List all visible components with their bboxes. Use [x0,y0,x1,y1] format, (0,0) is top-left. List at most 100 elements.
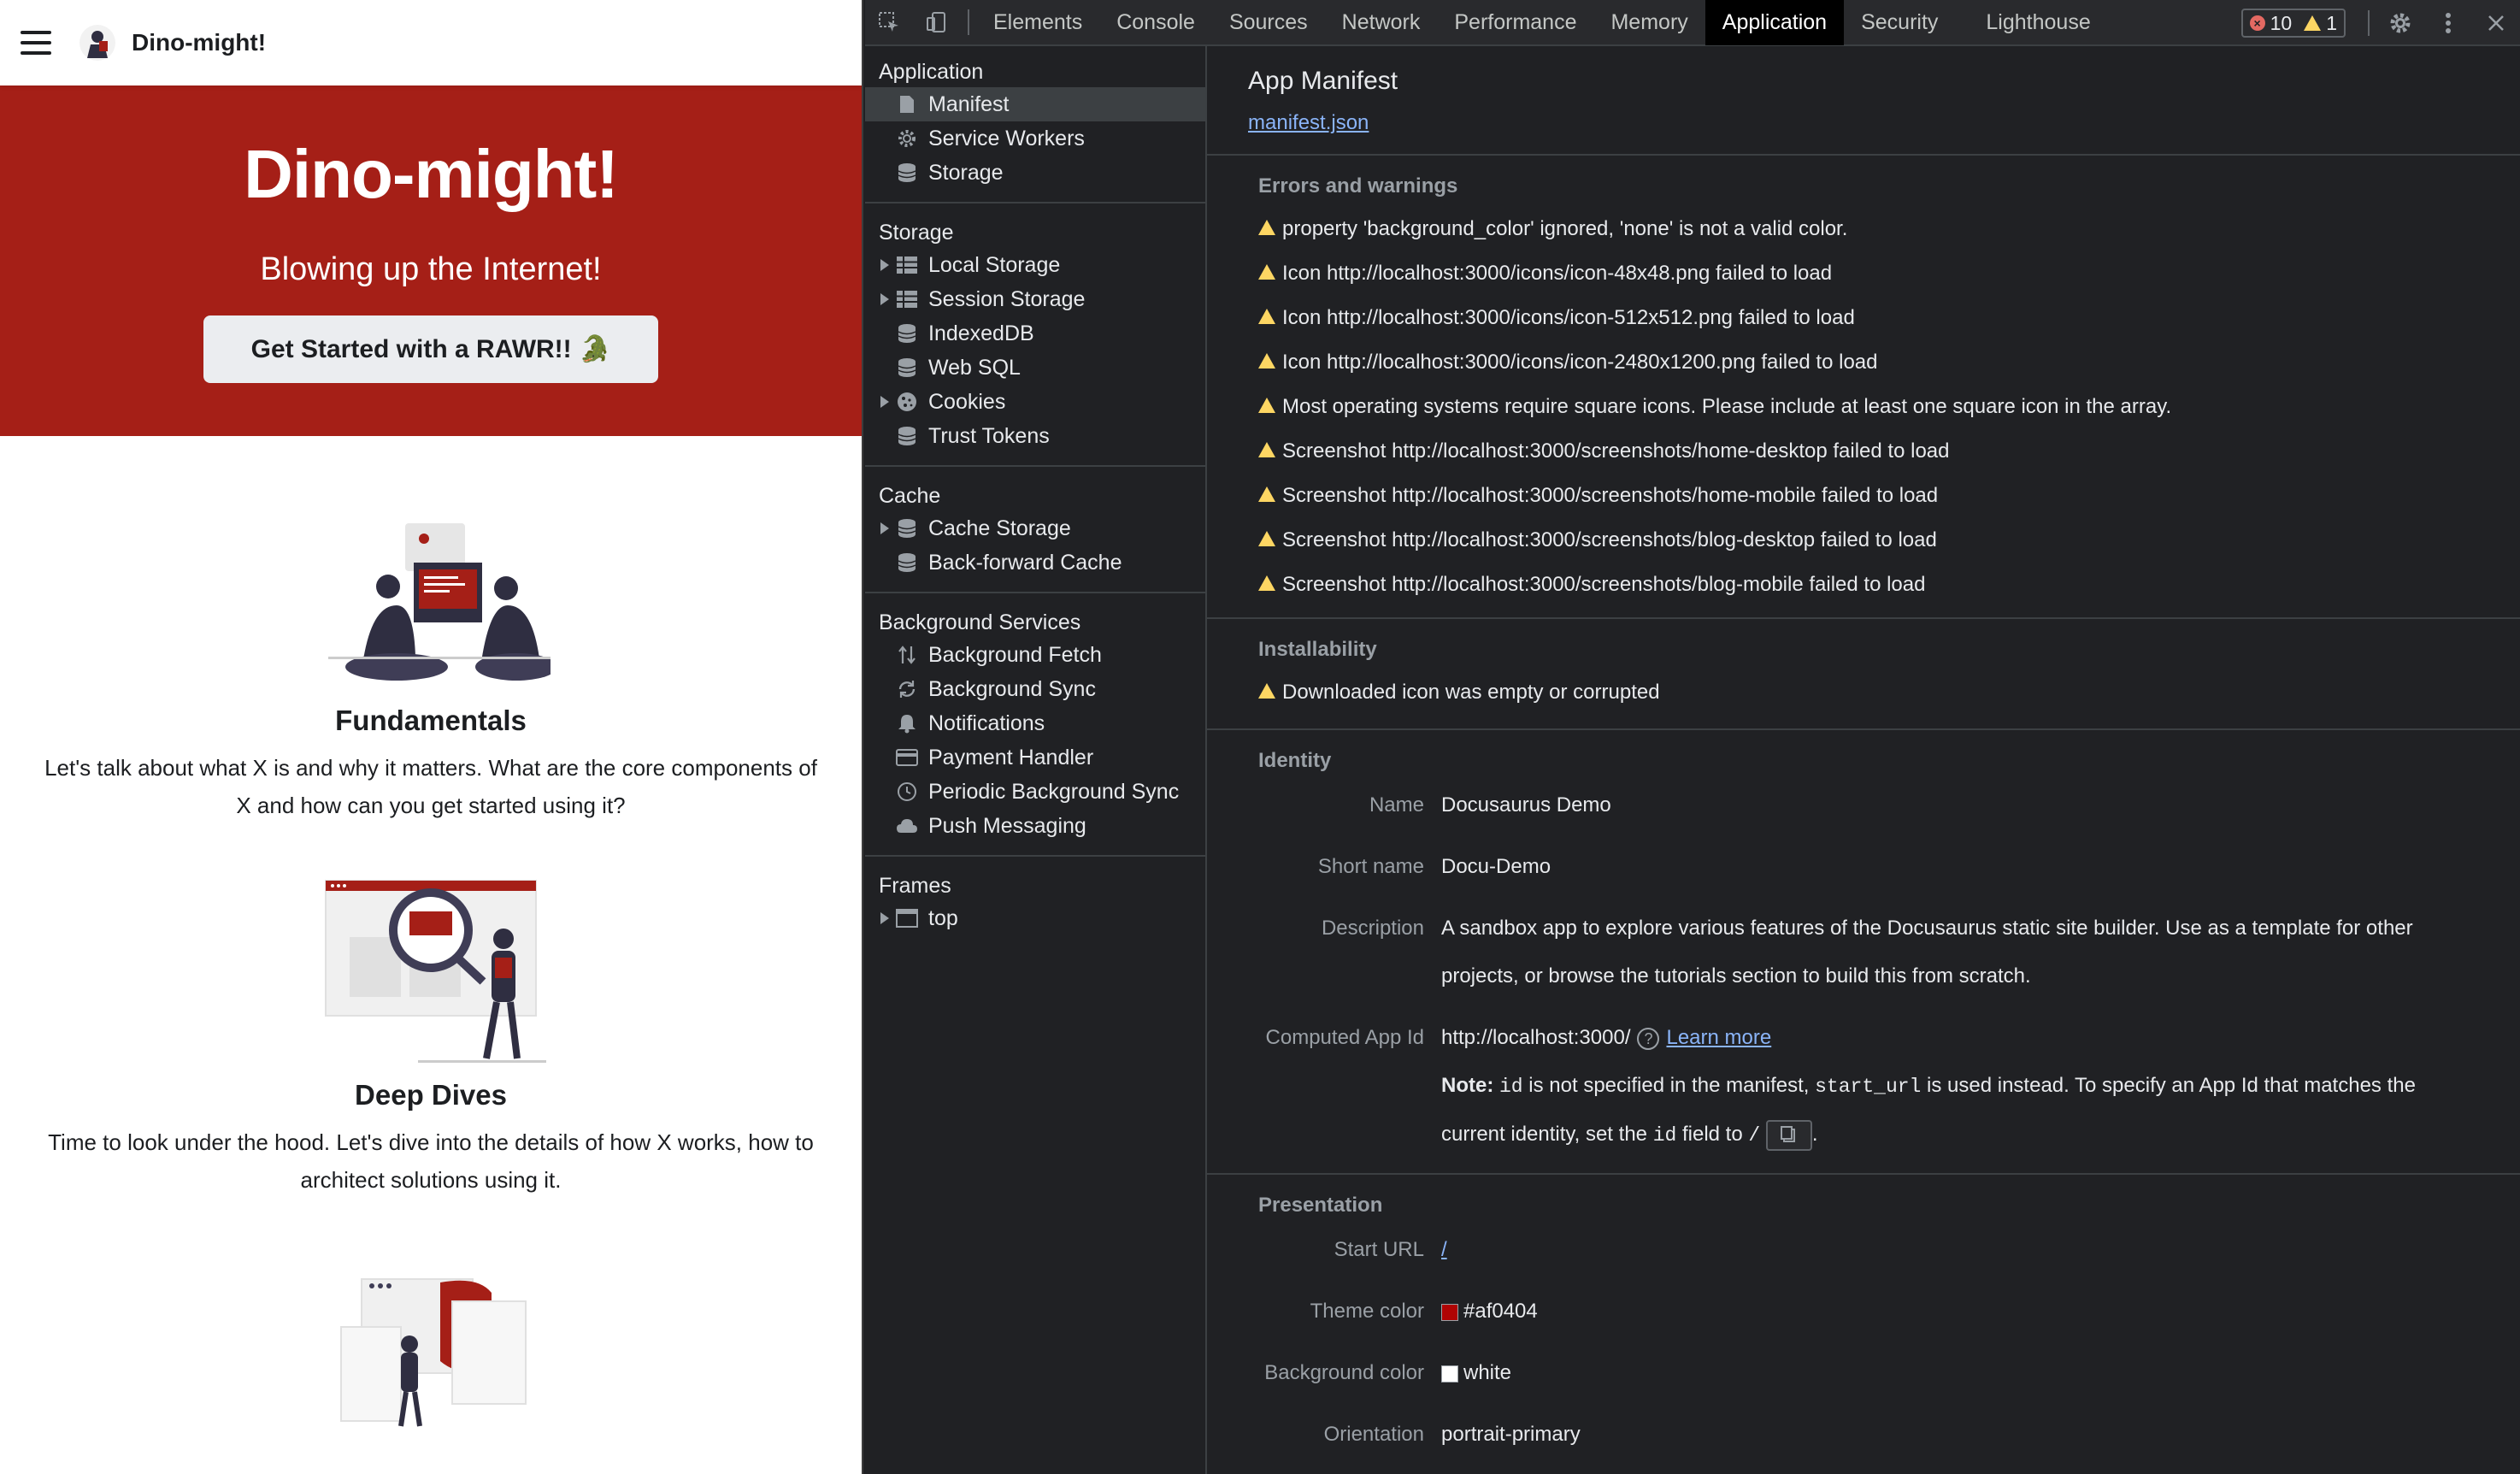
tab-application[interactable]: Application [1705,0,1845,45]
sidebar-item-trust-tokens[interactable]: Trust Tokens [865,419,1205,453]
database-icon [894,357,920,379]
feature-fundamentals: Fundamentals Let's talk about what X is … [0,520,862,824]
tab-network[interactable]: Network [1325,0,1438,45]
gear-icon [894,127,920,150]
warning-icon [1258,575,1275,591]
site-title[interactable]: Dino-might! [132,29,266,56]
warning-text: Icon http://localhost:3000/icons/icon-24… [1282,351,1878,374]
sidebar-item-cookies[interactable]: Cookies [865,385,1205,419]
warning-text: Screenshot http://localhost:3000/screens… [1282,528,1937,551]
hero-banner: Dino-might! Blowing up the Internet! Get… [0,85,862,436]
sidebar-item-storage[interactable]: Storage [865,156,1205,190]
note-end: . [1811,1123,1818,1146]
sidebar-item-notifications[interactable]: Notifications [865,706,1205,740]
sidebar-item-manifest[interactable]: Manifest [865,87,1205,121]
help-icon[interactable]: ? [1637,1027,1660,1050]
sidebar-item-session-storage[interactable]: Session Storage [865,282,1205,316]
warning-row: Icon http://localhost:3000/icons/icon-24… [1258,340,2469,385]
warning-row: Most operating systems require square ic… [1258,385,2469,429]
warning-row: Icon http://localhost:3000/icons/icon-48… [1258,251,2469,296]
menu-icon[interactable] [21,31,51,55]
device-toolbar-icon[interactable] [913,0,961,45]
presentation-section: Presentation Start URL / Theme color #af… [1207,1175,2520,1472]
sidebar-item-periodic-background-sync[interactable]: Periodic Background Sync [865,775,1205,809]
field-label: Theme color [1310,1300,1424,1323]
sidebar-item-background-fetch[interactable]: Background Fetch [865,638,1205,672]
section-title: Presentation [1258,1194,1383,1217]
cloud-icon [894,815,920,837]
warning-text: Screenshot http://localhost:3000/screens… [1282,484,1939,507]
expand-arrow-icon[interactable] [865,912,894,924]
sidebar-item-label: Background Fetch [928,642,1102,667]
cookie-icon [894,391,920,413]
warning-text: Icon http://localhost:3000/icons/icon-48… [1282,262,1833,285]
sidebar-section-storage: Storage Local Storage Session Storage In… [865,203,1205,467]
issues-counter[interactable]: × 10 1 [2240,9,2346,38]
inspect-element-icon[interactable] [865,0,913,45]
tab-memory[interactable]: Memory [1593,0,1705,45]
tab-elements[interactable]: Elements [976,0,1099,45]
deep-dives-illustration [325,880,546,1063]
tab-console[interactable]: Console [1099,0,1212,45]
section-title: Identity [1258,749,1332,772]
feature-deep-dives: Deep Dives Time to look under the hood. … [0,877,862,1199]
warning-icon [1258,309,1275,324]
sidebar-heading: Cache [879,484,941,508]
sidebar-item-service-workers[interactable]: Service Workers [865,121,1205,156]
hero-tagline: Blowing up the Internet! [260,251,602,287]
expand-arrow-icon[interactable] [865,259,894,271]
clock-icon [894,781,920,803]
database-icon [894,162,920,184]
start-url-link[interactable]: / [1441,1238,1447,1261]
sidebar-item-label: Periodic Background Sync [928,779,1180,804]
database-icon [894,425,920,447]
warning-icon [1258,486,1275,502]
manifest-json-link[interactable]: manifest.json [1248,111,1369,135]
identity-app-id-row: Computed App Id http://localhost:3000/? L… [1207,1014,2469,1159]
warning-icon [1258,683,1275,699]
feature-title: Fundamentals [335,705,527,736]
copy-icon[interactable] [1765,1119,1812,1151]
warning-icon [1258,531,1275,546]
feature-text: Let's talk about what X is and why it ma… [44,755,817,818]
tab-lighthouse[interactable]: Lighthouse [1969,0,2107,45]
sidebar-item-push-messaging[interactable]: Push Messaging [865,809,1205,843]
sidebar-item-indexeddb[interactable]: IndexedDB [865,316,1205,351]
app-id-value: http://localhost:3000/ [1441,1026,1631,1049]
warning-text: Icon http://localhost:3000/icons/icon-51… [1282,306,1855,329]
warning-row: property 'background_color' ignored, 'no… [1258,207,2469,251]
get-started-button[interactable]: Get Started with a RAWR!! 🐊 [203,315,659,383]
background-color-swatch[interactable] [1441,1365,1458,1383]
theme-color-swatch[interactable] [1441,1303,1458,1321]
sidebar-item-payment-handler[interactable]: Payment Handler [865,740,1205,775]
section-title: Installability [1258,638,1377,661]
learn-more-link[interactable]: Learn more [1666,1026,1771,1049]
expand-arrow-icon[interactable] [865,396,894,408]
settings-gear-icon[interactable] [2376,0,2424,46]
warning-icon [1258,353,1275,368]
site-logo[interactable] [79,24,116,62]
tab-security[interactable]: Security [1844,0,1969,45]
expand-arrow-icon[interactable] [865,522,894,534]
sidebar-item-background-sync[interactable]: Background Sync [865,672,1205,706]
expand-arrow-icon[interactable] [865,293,894,305]
more-options-icon[interactable] [2424,0,2472,46]
sidebar-item-back-forward-cache[interactable]: Back-forward Cache [865,545,1205,580]
identity-short-name-row: Short name Docu-Demo [1207,843,2469,891]
tab-performance[interactable]: Performance [1437,0,1593,45]
warning-icon [1258,442,1275,457]
sidebar-item-local-storage[interactable]: Local Storage [865,248,1205,282]
field-value: Docu-Demo [1441,855,1551,878]
sidebar-item-cache-storage[interactable]: Cache Storage [865,511,1205,545]
feature-third [0,1276,862,1430]
field-value: Docusaurus Demo [1441,793,1611,817]
close-icon[interactable] [2472,0,2520,46]
file-icon [894,93,920,115]
tab-sources[interactable]: Sources [1212,0,1325,45]
sidebar-item-frame-top[interactable]: top [865,901,1205,935]
field-label: Description [1321,917,1424,940]
sidebar-item-web-sql[interactable]: Web SQL [865,351,1205,385]
sidebar-heading: Application [879,60,984,84]
tabbar-divider [2368,10,2370,36]
devtools-tabbar: Elements Console Sources Network Perform… [865,0,2520,46]
